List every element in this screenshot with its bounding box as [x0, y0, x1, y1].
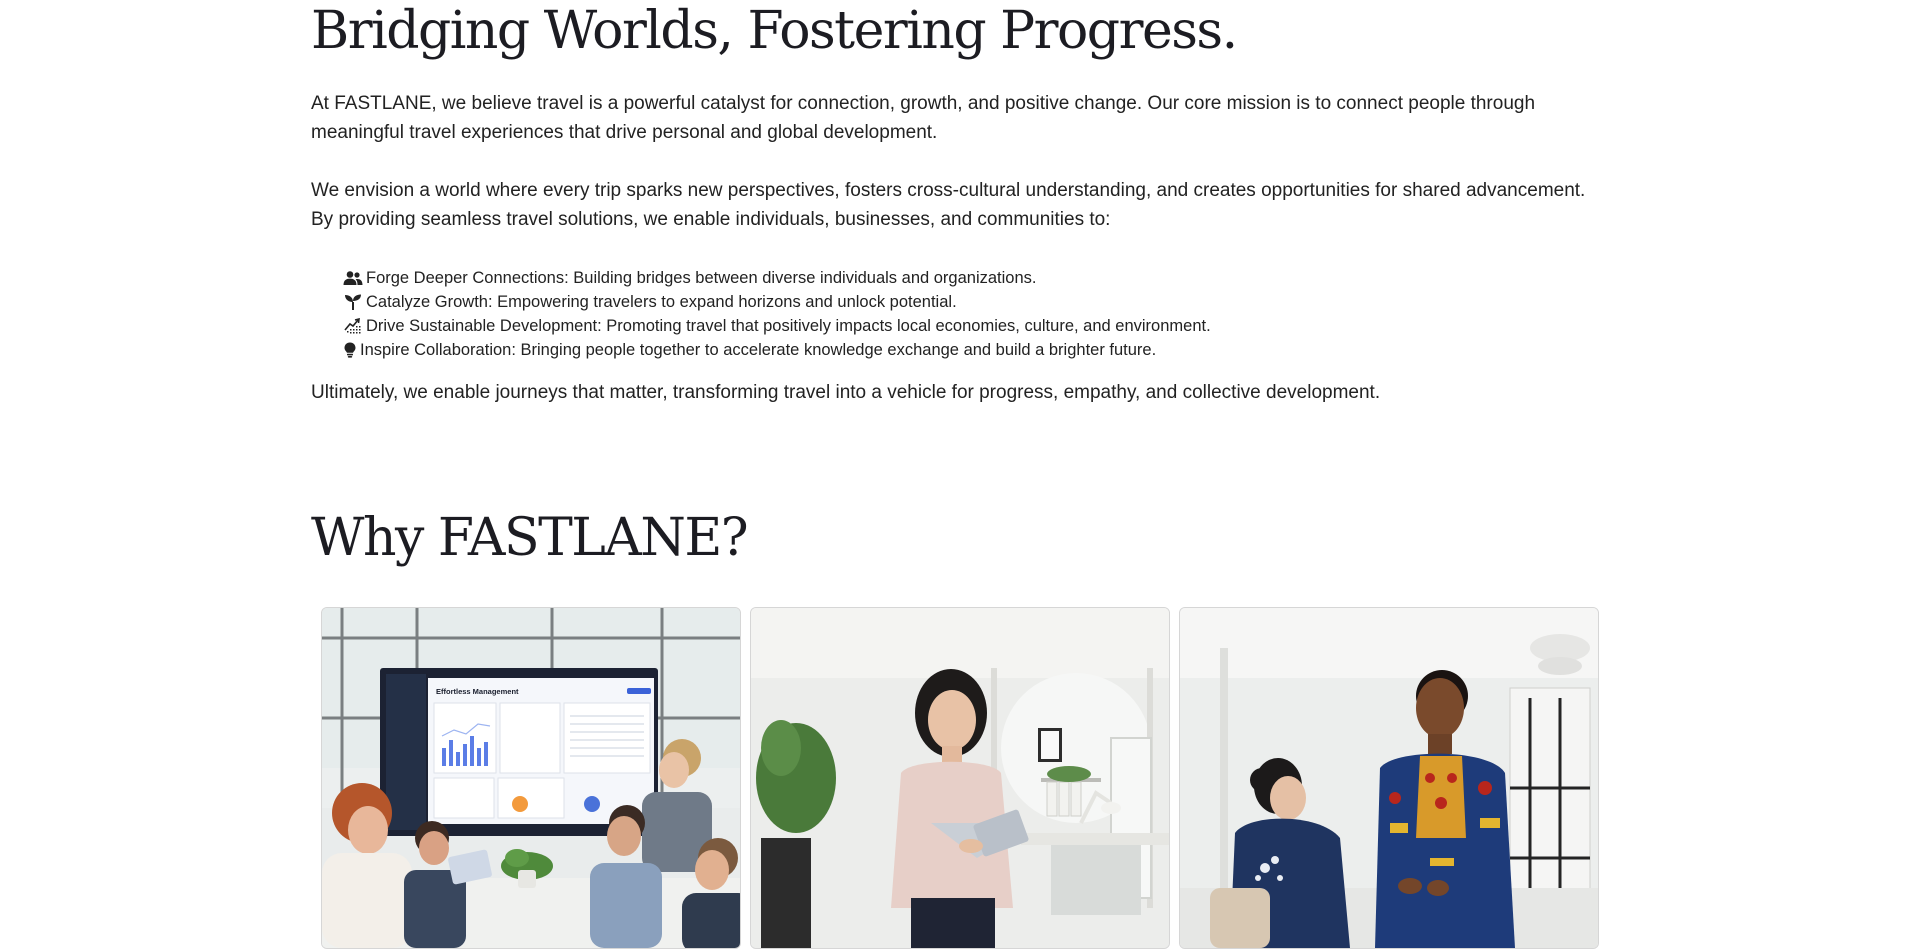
bullet-text: Drive Sustainable Development: Promoting… [366, 317, 1211, 335]
woman-with-tablet-office-photo [751, 608, 1169, 948]
mission-title: Bridging Worlds, Fostering Progress. [311, 1, 1238, 61]
bullet-text: Inspire Collaboration: Bringing people t… [360, 341, 1157, 359]
people-icon [343, 269, 363, 287]
mission-paragraph-1: At FASTLANE, we believe travel is a powe… [311, 93, 1536, 143]
screen-title: Effortless Management [436, 687, 519, 696]
why-title: Why FASTLANE? [311, 508, 749, 568]
list-item: Inspire Collaboration: Bringing people t… [343, 338, 1211, 362]
bullet-text: Forge Deeper Connections: Building bridg… [366, 269, 1037, 287]
list-item: Forge Deeper Connections: Building bridg… [343, 266, 1211, 290]
mission-paragraph-2: We envision a world where every trip spa… [311, 180, 1586, 230]
list-item: Catalyze Growth: Empowering travelers to… [343, 290, 1211, 314]
card-team-meeting[interactable]: Effortless Management [321, 607, 741, 949]
card-conversation[interactable] [1179, 607, 1599, 949]
team-meeting-dashboard-photo: Effortless Management [322, 608, 740, 948]
two-people-conversation-photo [1180, 608, 1598, 948]
growth-chart-icon [343, 317, 363, 335]
mission-bullet-list: Forge Deeper Connections: Building bridg… [343, 266, 1211, 362]
lightbulb-icon [343, 341, 357, 359]
card-woman-tablet[interactable] [750, 607, 1170, 949]
why-cards: Effortless Management [321, 607, 1599, 949]
bullet-text: Catalyze Growth: Empowering travelers to… [366, 293, 957, 311]
sprout-icon [343, 293, 363, 311]
mission-closing: Ultimately, we enable journeys that matt… [311, 382, 1381, 403]
list-item: Drive Sustainable Development: Promoting… [343, 314, 1211, 338]
